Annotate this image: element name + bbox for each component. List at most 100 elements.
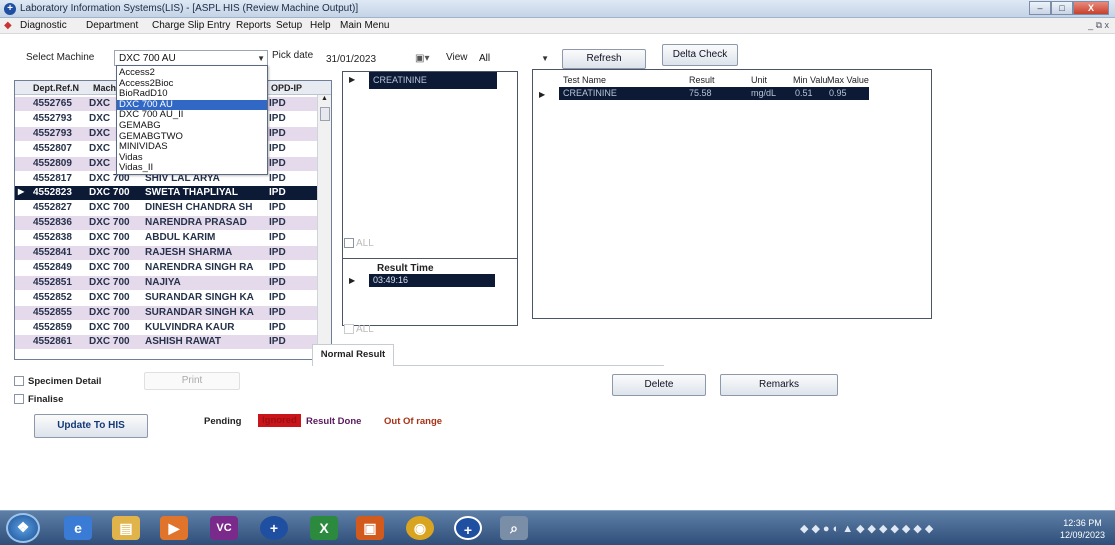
row-machine: DXC 700 xyxy=(89,276,130,288)
table-row[interactable]: 4552855 DXC 700 SURANDAR SINGH KA IPD xyxy=(15,305,317,320)
row-machine: DXC 700 xyxy=(89,306,130,318)
machine-option[interactable]: Access2Bioc xyxy=(117,78,267,89)
machine-option[interactable]: Vidas_II xyxy=(117,163,267,173)
machine-option[interactable]: DXC 700 AU_II xyxy=(117,110,267,120)
machine-option[interactable]: Access2 xyxy=(117,68,267,78)
column-max-value[interactable]: Max Value xyxy=(827,75,869,85)
row-pointer-icon: ▶ xyxy=(18,187,25,197)
row-opd-ip: IPD xyxy=(269,232,286,244)
column-dept-ref[interactable]: Dept.Ref.N xyxy=(33,83,79,93)
pick-date-value[interactable]: 31/01/2023 xyxy=(326,54,376,65)
mdi-controls[interactable]: _ ⧉ x xyxy=(1088,20,1109,31)
machine-option[interactable]: Vidas xyxy=(117,152,267,163)
taskbar-clock[interactable]: 12:36 PM 12/09/2023 xyxy=(1060,517,1105,541)
result-min: 0.51 xyxy=(795,88,813,98)
menu-department[interactable]: Department xyxy=(86,20,138,31)
update-to-his-button[interactable]: Update To HIS xyxy=(34,414,148,438)
media-player-icon[interactable]: ▶ xyxy=(160,516,188,540)
table-row[interactable]: 4552836 DXC 700 NARENDRA PRASAD IPD xyxy=(15,216,317,231)
tab-divider xyxy=(394,365,664,366)
vc-app-icon[interactable]: VC xyxy=(210,516,238,540)
row-pointer-icon: ▶ xyxy=(349,276,356,285)
close-button[interactable]: X xyxy=(1073,1,1109,15)
select-machine-label: Select Machine xyxy=(26,52,95,63)
row-opd-ip: IPD xyxy=(269,217,286,229)
specimen-detail-checkbox[interactable] xyxy=(14,376,24,386)
column-opd-ip[interactable]: OPD-IP xyxy=(271,83,302,93)
minimize-button[interactable]: – xyxy=(1029,1,1051,15)
calendar-dropdown-icon[interactable]: ▣▾ xyxy=(415,53,429,64)
column-unit[interactable]: Unit xyxy=(751,75,767,85)
test-all-checkbox[interactable] xyxy=(344,238,354,248)
machine-option[interactable]: GEMABG xyxy=(117,121,267,131)
machine-combo-value: DXC 700 AU xyxy=(119,53,176,64)
result-time-value[interactable]: 03:49:16 xyxy=(369,274,495,287)
tab-normal-result[interactable]: Normal Result xyxy=(312,344,394,366)
column-result[interactable]: Result xyxy=(689,75,715,85)
column-test-name[interactable]: Test Name xyxy=(563,75,606,85)
menu-charge-slip-entry[interactable]: Charge Slip Entry xyxy=(152,20,230,31)
test-list-selected[interactable]: CREATININE xyxy=(369,72,497,89)
system-tray-icons[interactable]: ◆◆●◐▲◆◆◆◆◆◆◆ xyxy=(800,522,936,535)
machine-combo[interactable]: DXC 700 AU ▼ xyxy=(114,50,268,66)
menu-reports[interactable]: Reports xyxy=(236,20,271,31)
patient-grid-scrollbar[interactable]: ▲ ▼ xyxy=(317,95,331,359)
refresh-button[interactable]: Refresh xyxy=(562,49,646,69)
machine-option[interactable]: MINIVIDAS xyxy=(117,142,267,152)
table-row[interactable]: 4552861 DXC 700 ASHISH RAWAT IPD xyxy=(15,335,317,350)
time-all-checkbox[interactable] xyxy=(344,324,354,334)
table-row[interactable]: ▶ 4552823 DXC 700 SWETA THAPLIYAL IPD xyxy=(15,186,317,201)
table-row[interactable]: 4552841 DXC 700 RAJESH SHARMA IPD xyxy=(15,246,317,260)
scroll-up-icon[interactable]: ▲ xyxy=(321,95,328,102)
folder-icon[interactable]: ▤ xyxy=(112,516,140,540)
machine-option[interactable]: BioRadD10 xyxy=(117,89,267,99)
table-row[interactable]: 4552827 DXC 700 DINESH CHANDRA SH IPD xyxy=(15,201,317,215)
menu-setup[interactable]: Setup xyxy=(276,20,302,31)
remarks-button[interactable]: Remarks xyxy=(720,374,838,396)
column-machine[interactable]: Mach xyxy=(93,83,116,93)
lis-app-icon[interactable]: + xyxy=(260,516,288,540)
row-dept-ref: 4552793 xyxy=(33,112,72,124)
chrome-icon[interactable]: ◉ xyxy=(406,516,434,540)
row-dept-ref: 4552793 xyxy=(33,127,72,139)
delete-button[interactable]: Delete xyxy=(612,374,706,396)
machine-option[interactable]: DXC 700 AU xyxy=(117,99,267,110)
row-dept-ref: 4552855 xyxy=(33,306,72,318)
window-title: Laboratory Information Systems(LIS) - [A… xyxy=(20,3,359,14)
presentation-icon[interactable]: ▣ xyxy=(356,516,384,540)
finalise-checkbox[interactable] xyxy=(14,394,24,404)
print-button[interactable]: Print xyxy=(144,372,240,390)
table-row[interactable]: 4552852 DXC 700 SURANDAR SINGH KA IPD xyxy=(15,291,317,305)
result-row[interactable]: CREATININE 75.58 mg/dL 0.51 0.95 xyxy=(559,87,869,100)
column-min-value[interactable]: Min Valu xyxy=(793,75,827,85)
machine-option[interactable]: GEMABGTWO xyxy=(117,131,267,142)
row-opd-ip: IPD xyxy=(269,127,286,139)
internet-explorer-icon[interactable]: e xyxy=(64,516,92,540)
start-orb-icon[interactable]: ❖ xyxy=(6,513,40,543)
menu-help[interactable]: Help xyxy=(310,20,331,31)
view-label: View xyxy=(446,52,468,63)
specimen-detail-label: Specimen Detail xyxy=(28,376,102,387)
table-row[interactable]: 4552838 DXC 700 ABDUL KARIM IPD xyxy=(15,231,317,245)
window-controls: – □ X xyxy=(1029,1,1109,15)
table-row[interactable]: 4552851 DXC 700 NAJIYA IPD xyxy=(15,275,317,290)
lis-app-active-icon[interactable]: + xyxy=(454,516,482,540)
table-row[interactable]: 4552859 DXC 700 KULVINDRA KAUR IPD xyxy=(15,321,317,335)
maximize-button[interactable]: □ xyxy=(1051,1,1073,15)
scroll-thumb[interactable] xyxy=(320,107,330,121)
machine-dropdown-list[interactable]: Access2 Access2Bioc BioRadD10 DXC 700 AU DXC… xyxy=(116,65,268,175)
chevron-down-icon[interactable]: ▼ xyxy=(541,54,549,63)
view-combo[interactable]: All ▼ xyxy=(474,50,552,66)
chevron-down-icon[interactable]: ▼ xyxy=(257,54,265,63)
row-opd-ip: IPD xyxy=(269,336,286,348)
menu-diagnostic[interactable]: Diagnostic xyxy=(20,20,67,31)
row-machine: DXC xyxy=(89,142,111,154)
menu-main-menu[interactable]: Main Menu xyxy=(340,20,389,31)
excel-icon[interactable]: X xyxy=(310,516,338,540)
row-dept-ref: 4552807 xyxy=(33,142,72,154)
search-tool-icon[interactable]: ⌕ xyxy=(500,516,528,540)
row-opd-ip: IPD xyxy=(269,247,286,258)
result-unit: mg/dL xyxy=(751,88,777,98)
table-row[interactable]: 4552849 DXC 700 NARENDRA SINGH RA IPD xyxy=(15,261,317,275)
delta-check-button[interactable]: Delta Check xyxy=(662,44,738,66)
